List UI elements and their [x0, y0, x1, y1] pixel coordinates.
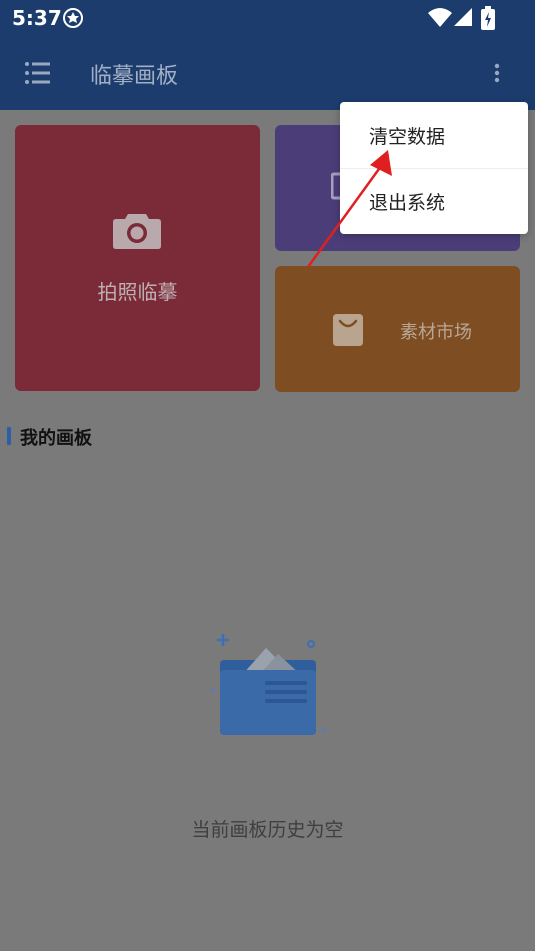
battery-charging-icon [480, 5, 496, 31]
app-toolbar: 临摹画板 [0, 36, 535, 110]
signal-icon [452, 6, 474, 28]
shopping-bag-icon [330, 312, 366, 348]
red-annotation-arrow [300, 140, 410, 275]
status-bar: 5:37 [0, 0, 535, 36]
material-market-label: 素材市场 [400, 322, 472, 343]
camera-icon [112, 210, 162, 250]
status-time: 5:37 [12, 6, 62, 30]
photo-trace-card[interactable]: 拍照临摹 [15, 125, 260, 391]
wifi-icon [427, 6, 453, 28]
page-title: 临摹画板 [90, 64, 179, 89]
empty-folder-illustration [210, 630, 330, 740]
section-accent-bar [7, 427, 11, 445]
material-market-card[interactable]: 素材市场 [275, 266, 520, 392]
shield-icon [62, 7, 84, 29]
menu-list-icon[interactable] [24, 60, 52, 86]
photo-trace-label: 拍照临摹 [97, 280, 178, 304]
section-title: 我的画板 [20, 428, 92, 449]
more-vertical-icon[interactable] [487, 58, 507, 88]
empty-state-text: 当前画板历史为空 [191, 819, 344, 841]
